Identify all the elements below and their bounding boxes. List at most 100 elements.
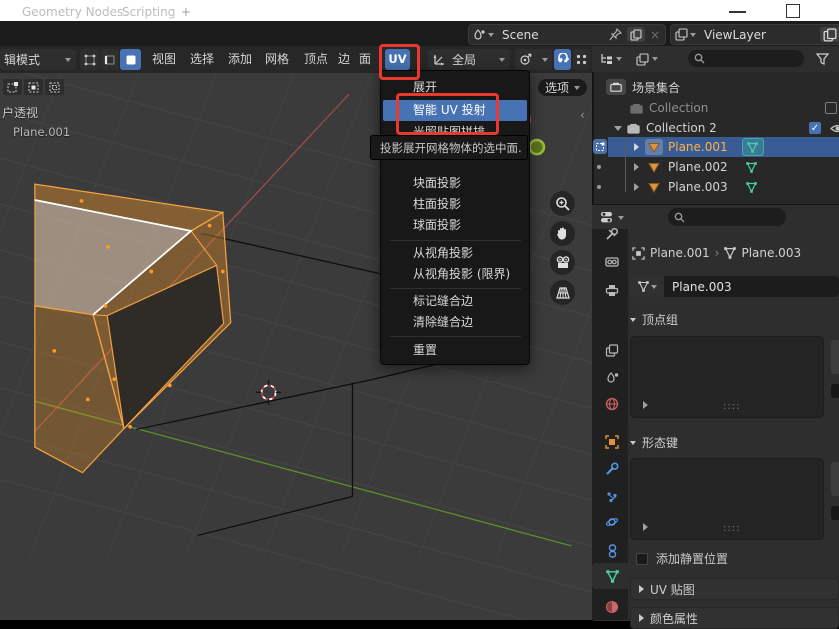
menu-add[interactable]: 添加 [228,49,252,70]
tab-object-data[interactable] [602,566,622,586]
pan-hand-button[interactable] [550,221,575,246]
tab-output[interactable] [602,280,622,300]
pin-icon[interactable] [609,28,622,41]
uv-maps-panel-header[interactable]: UV 贴图 [630,578,839,600]
tab-view-layer[interactable] [602,340,622,360]
outliner-row-scene-collection[interactable]: 场景集合 [606,77,837,97]
shape-key-add-remove-buttons[interactable] [831,462,839,496]
tab-scene[interactable] [602,367,622,387]
menu-item-clear-seam[interactable]: 清除缝合边 [383,312,527,333]
proportional-editing-button[interactable] [573,49,590,70]
snap-toggle-button[interactable] [554,49,571,70]
vertex-select-mode-button[interactable] [80,49,99,70]
menu-vertex[interactable]: 顶点 [304,49,328,70]
tab-object[interactable] [602,432,622,452]
transform-orientation-dropdown[interactable]: 全局 [428,49,510,70]
shape-keys-panel-header[interactable]: 形态键 [630,434,678,451]
color-attributes-panel-header[interactable]: 颜色属性 [630,607,839,629]
menu-item-mark-seam[interactable]: 标记缝合边 [383,291,527,312]
select-box-new-tool[interactable] [3,79,22,95]
collection-exclude-checkbox[interactable] [825,102,837,114]
outliner-row-collection-2[interactable]: Collection 2 ✓ [614,118,839,138]
edit-mode-badge-icon[interactable] [593,139,607,154]
new-viewlayer-button[interactable] [820,27,839,42]
menu-item-smart-uv-project[interactable]: 智能 UV 投射 [383,100,527,121]
select-box-subtract-tool[interactable] [45,79,64,95]
shape-keys-list[interactable]: :::: [630,458,824,540]
tab-render[interactable] [602,252,622,272]
sidebar-collapse-arrow[interactable]: ‹ [580,108,585,122]
rest-position-checkbox[interactable] [636,553,648,565]
menu-item-cube-projection[interactable]: 块面投影 [383,173,527,194]
tab-physics[interactable] [602,512,622,532]
new-scene-button[interactable] [627,27,645,42]
eye-icon[interactable] [830,123,839,134]
disclosure-closed-icon[interactable] [634,143,639,151]
mode-dropdown[interactable]: 辑模式 [0,49,76,70]
outliner-display-mode-dropdown[interactable] [600,50,622,68]
tab-modifiers[interactable] [602,459,622,479]
list-filter-toggle-icon[interactable] [643,401,648,409]
menu-item-unwrap[interactable]: 展开 [383,77,527,98]
zoom-button[interactable] [550,191,575,216]
vertex-group-specials-button[interactable] [831,384,839,398]
disclosure-closed-icon[interactable] [634,163,639,171]
menu-uv[interactable]: UV [385,49,410,70]
menu-item-lightmap-pack[interactable]: 光照贴图拼排 [383,122,527,136]
mesh-data-icon[interactable] [742,159,762,175]
mesh-name-input[interactable]: Plane.003 [664,276,839,297]
disclosure-open-icon[interactable] [614,126,622,131]
list-resize-grip[interactable]: :::: [723,401,740,412]
outliner-filter-funnel-button[interactable] [816,50,829,68]
menu-face[interactable]: 面 [359,49,371,70]
menu-item-project-from-view[interactable]: 从视角投影 [383,243,527,264]
menu-item-sphere-projection[interactable]: 球面投影 [383,215,527,236]
menu-edge[interactable]: 边 [338,49,350,70]
tab-constraints[interactable] [602,541,622,561]
outliner-row-plane-001[interactable]: Plane.001 [634,137,839,157]
camera-view-button[interactable] [550,250,575,275]
collection-include-checkbox[interactable]: ✓ [809,122,821,134]
mesh-data-icon[interactable] [742,179,762,195]
select-box-extend-tool[interactable] [24,79,43,95]
menu-view[interactable]: 视图 [152,49,176,70]
viewlayer-selector[interactable]: ViewLayer [670,24,839,45]
edge-select-mode-button[interactable] [100,49,119,70]
add-workspace-button[interactable]: + [175,0,197,25]
tab-material[interactable] [602,597,622,617]
viewport-options-dropdown[interactable]: 选项 [538,79,587,96]
breadcrumb-data[interactable]: Plane.003 [741,246,801,260]
vertex-groups-list[interactable]: :::: [630,336,824,418]
tab-scripting[interactable]: Scripting [116,0,181,25]
face-select-mode-button[interactable] [120,49,141,70]
pivot-point-dropdown[interactable] [515,49,552,70]
outliner-row-plane-003[interactable]: Plane.003 [634,177,839,197]
menu-select[interactable]: 选择 [190,49,214,70]
tab-geometry-nodes[interactable]: Geometry Nodes [16,0,129,25]
list-resize-grip[interactable]: :::: [723,523,740,534]
outliner-filter-dropdown[interactable] [636,50,658,68]
disclosure-closed-icon[interactable] [634,183,639,191]
menu-item-reset[interactable]: 重置 [383,340,527,361]
tab-world[interactable] [602,394,622,414]
tab-particles[interactable] [602,487,622,507]
mesh-datablock-dropdown[interactable] [630,276,664,297]
maximize-button[interactable] [786,4,800,18]
outliner-search-input[interactable] [688,50,804,67]
unlink-scene-button[interactable]: × [650,28,660,42]
minimize-button[interactable] [729,11,746,13]
menu-mesh[interactable]: 网格 [265,49,289,70]
outliner-row-collection[interactable]: Collection [630,98,839,118]
vertex-group-add-remove-buttons[interactable] [831,340,839,374]
tab-tool[interactable] [602,224,622,244]
properties-search-input[interactable] [668,208,786,226]
shape-key-specials-button[interactable] [831,506,839,520]
mesh-data-icon[interactable] [742,138,764,156]
scene-selector[interactable]: Scene × [468,24,666,45]
menu-item-cylinder-projection[interactable]: 柱面投影 [383,194,527,215]
list-filter-toggle-icon[interactable] [643,523,648,531]
toggle-grid-button[interactable] [550,280,575,305]
menu-item-project-from-view-bounds[interactable]: 从视角投影 (限界) [383,264,527,285]
outliner-row-plane-002[interactable]: Plane.002 [634,157,839,177]
breadcrumb-object[interactable]: Plane.001 [650,246,710,260]
